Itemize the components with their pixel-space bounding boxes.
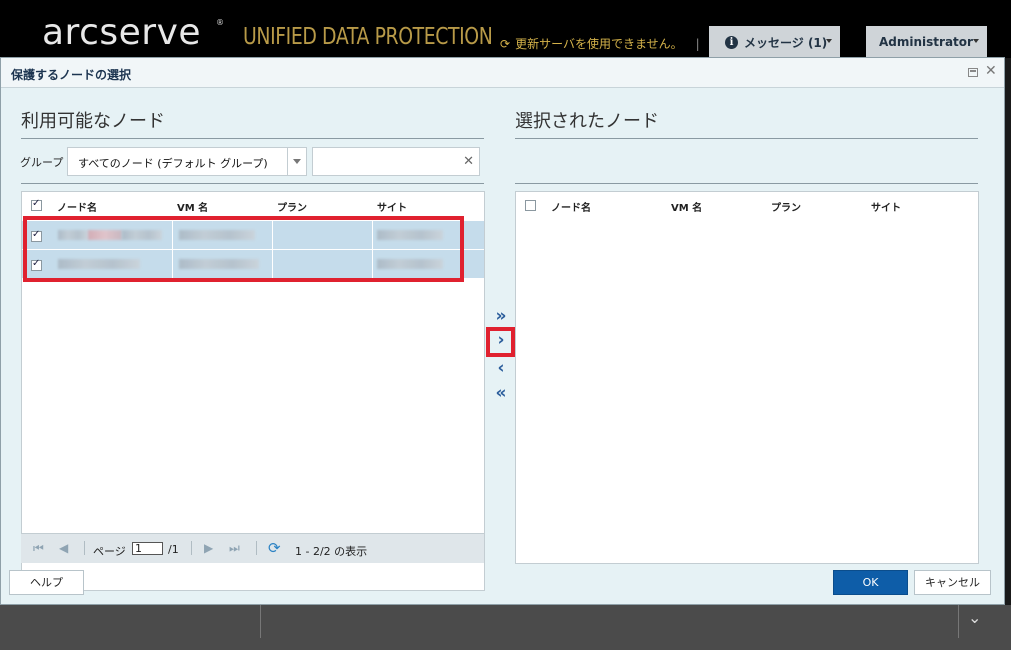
ok-button[interactable]: OK xyxy=(833,570,908,595)
chevron-down-icon[interactable]: ⌄ xyxy=(968,608,981,627)
cancel-button[interactable]: キャンセル xyxy=(914,570,991,595)
column-header-vm[interactable]: VM 名 xyxy=(671,199,702,214)
column-header-node[interactable]: ノード名 xyxy=(57,199,97,214)
column-header-plan[interactable]: プラン xyxy=(277,199,307,214)
divider xyxy=(21,183,484,184)
chevron-down-icon xyxy=(826,39,832,43)
refresh-warning-icon: ⟳ xyxy=(500,36,511,51)
selected-nodes-grid: ノード名 VM 名 プラン サイト xyxy=(515,191,979,564)
grid-pager: ⏮ ◀ ページ 1 /1 ▶ ⏭ ⟳ 1 - 2/2 の表示 xyxy=(21,533,484,563)
available-nodes-title: 利用可能なノード xyxy=(21,111,165,132)
messages-button[interactable]: i メッセージ (1) xyxy=(709,26,840,58)
add-button-highlight xyxy=(486,327,515,357)
column-header-node[interactable]: ノード名 xyxy=(551,199,591,214)
next-page-icon[interactable]: ▶ xyxy=(204,541,213,555)
select-all-checkbox[interactable] xyxy=(31,198,42,211)
divider xyxy=(191,541,192,555)
maximize-icon[interactable] xyxy=(968,68,978,77)
group-label: グループ xyxy=(20,156,64,169)
page-total: /1 xyxy=(168,543,179,556)
page-number-input[interactable]: 1 xyxy=(132,542,163,555)
product-name: UNIFIED DATA PROTECTION xyxy=(243,24,493,50)
first-page-icon[interactable]: ⏮ xyxy=(33,541,44,556)
clear-icon[interactable]: ✕ xyxy=(463,154,474,169)
user-label: Administrator xyxy=(879,35,973,49)
divider xyxy=(515,183,978,184)
user-menu-button[interactable]: Administrator xyxy=(866,26,987,58)
info-icon: i xyxy=(725,35,738,49)
update-warning[interactable]: ⟳ 更新サーバを使用できません。 | xyxy=(500,35,700,52)
selected-nodes-title: 選択されたノード xyxy=(515,111,659,132)
column-header-site[interactable]: サイト xyxy=(377,199,407,214)
column-header-site[interactable]: サイト xyxy=(871,199,901,214)
divider xyxy=(21,138,484,139)
app-header: arcserve ® UNIFIED DATA PROTECTION ⟳ 更新サ… xyxy=(0,0,1011,58)
selection-highlight xyxy=(23,216,464,282)
remove-selected-button[interactable]: ‹ xyxy=(491,358,511,378)
paging-summary: 1 - 2/2 の表示 xyxy=(295,545,368,558)
header-separator: | xyxy=(695,36,700,51)
dialog-title: 保護するノードの選択 xyxy=(11,68,132,82)
chevron-down-icon[interactable] xyxy=(287,148,306,175)
group-select-value: すべてのノード (デフォルト グループ) xyxy=(78,157,268,170)
divider xyxy=(958,605,959,638)
messages-label: メッセージ (1) xyxy=(744,35,828,50)
divider xyxy=(515,138,978,139)
divider xyxy=(84,541,85,555)
group-select[interactable]: すべてのノード (デフォルト グループ) xyxy=(67,147,307,176)
previous-page-icon[interactable]: ◀ xyxy=(59,541,68,555)
last-page-icon[interactable]: ⏭ xyxy=(229,541,240,556)
grid-header: ノード名 VM 名 プラン サイト xyxy=(516,192,978,218)
close-icon[interactable]: ✕ xyxy=(985,63,997,79)
dialog-titlebar: 保護するノードの選択 ✕ xyxy=(1,58,1004,88)
select-all-checkbox[interactable] xyxy=(525,200,536,211)
divider xyxy=(256,541,257,555)
column-header-vm[interactable]: VM 名 xyxy=(177,199,208,214)
column-header-plan[interactable]: プラン xyxy=(771,199,801,214)
divider xyxy=(260,605,261,638)
select-nodes-dialog: 保護するノードの選択 ✕ 利用可能なノード グループ すべてのノード (デフォル… xyxy=(0,57,1005,605)
grid-header: ノード名 VM 名 プラン サイト xyxy=(22,192,484,218)
chevron-down-icon xyxy=(973,39,979,43)
remove-all-button[interactable]: « xyxy=(491,383,511,403)
background-panel: ⌄ xyxy=(0,605,1011,650)
update-warning-text: 更新サーバを使用できません。 xyxy=(515,37,683,51)
help-button[interactable]: ヘルプ xyxy=(9,570,84,595)
search-input[interactable]: ✕ xyxy=(312,147,480,176)
arcserve-logo: arcserve xyxy=(42,12,202,53)
registered-mark: ® xyxy=(216,18,224,27)
refresh-icon[interactable]: ⟳ xyxy=(268,539,281,557)
add-all-button[interactable]: » xyxy=(491,306,511,326)
page-label: ページ xyxy=(93,545,126,558)
